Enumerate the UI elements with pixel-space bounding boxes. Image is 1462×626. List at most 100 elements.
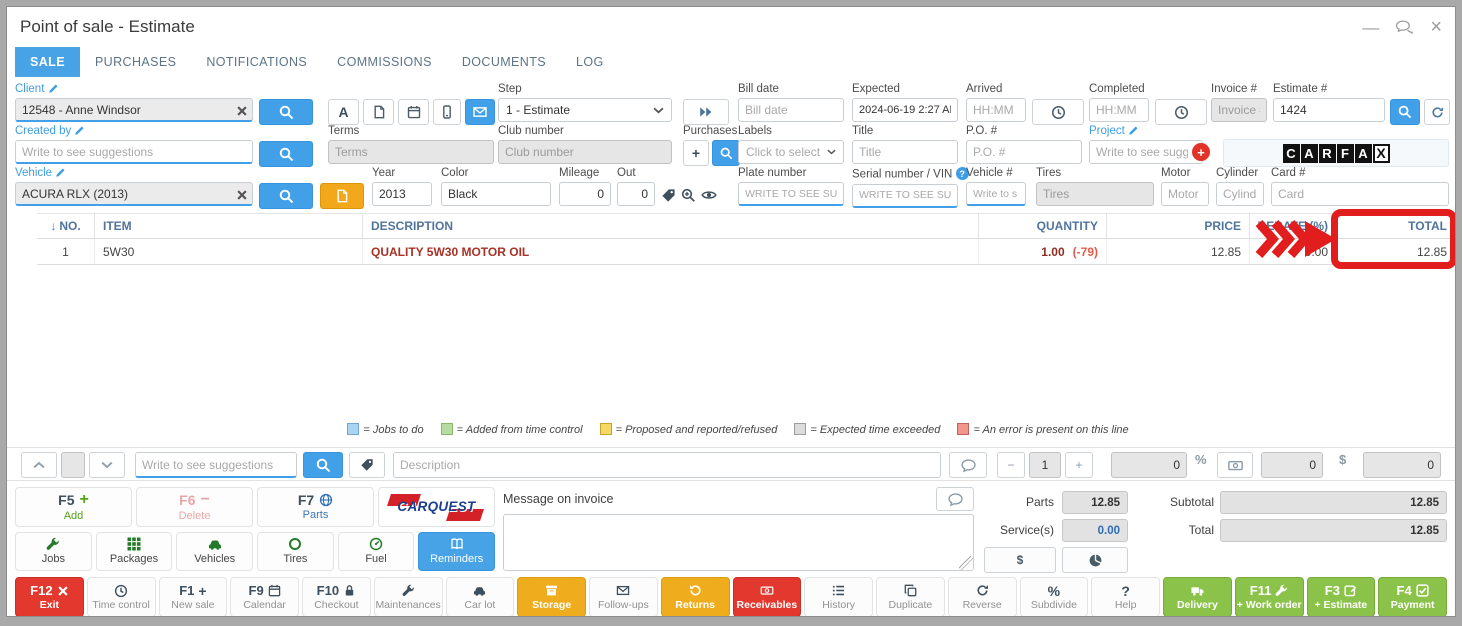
plate-input[interactable] [738, 182, 844, 206]
col-price[interactable]: PRICE [1107, 214, 1250, 238]
chat-icon[interactable] [1395, 20, 1414, 35]
tab-purchases[interactable]: PURCHASES [80, 47, 191, 77]
parts-button[interactable]: F7 Parts [257, 487, 374, 527]
catalog-tab-packages[interactable]: Packages [96, 532, 173, 572]
catalog-tab-reminders[interactable]: Reminders [418, 532, 495, 572]
arrived-input[interactable] [966, 98, 1026, 122]
client-search-button[interactable] [259, 99, 313, 125]
col-description[interactable]: DESCRIPTION [363, 214, 979, 238]
tab-documents[interactable]: DOCUMENTS [447, 47, 561, 77]
labels-select[interactable]: Click to select [738, 140, 844, 164]
carquest-button[interactable]: CARQUEST [378, 487, 495, 527]
motor-input[interactable] [1161, 182, 1209, 206]
minimize-button[interactable]: — [1362, 19, 1379, 36]
year-input[interactable] [372, 182, 432, 206]
comment-button[interactable] [949, 452, 987, 478]
expected-input[interactable] [852, 98, 958, 122]
col-item[interactable]: ITEM [95, 214, 363, 238]
client-input[interactable] [15, 98, 253, 122]
work-order-button[interactable]: F11+ Work order [1235, 577, 1304, 617]
vehicle-note-button[interactable] [320, 183, 364, 209]
phone-button[interactable] [433, 99, 461, 125]
color-input[interactable] [441, 182, 551, 206]
pie-chart-button[interactable] [1062, 547, 1128, 573]
directory-button[interactable]: A [328, 99, 359, 125]
title-input[interactable] [852, 140, 958, 164]
subdivide-button[interactable]: %Subdivide [1020, 577, 1089, 617]
car-lot-button[interactable]: Car lot [446, 577, 515, 617]
estimate-search-button[interactable] [1390, 99, 1420, 125]
message-textarea[interactable] [503, 514, 974, 571]
po-input[interactable] [966, 140, 1082, 164]
money-button[interactable] [1217, 452, 1253, 478]
move-up-button[interactable] [21, 452, 57, 478]
vin-input[interactable] [852, 184, 958, 208]
edit-icon[interactable] [74, 125, 85, 136]
created-by-input[interactable] [15, 140, 253, 164]
catalog-tab-fuel[interactable]: Fuel [338, 532, 415, 572]
payment-button[interactable]: F4Payment [1378, 577, 1447, 617]
catalog-tab-tires[interactable]: Tires [257, 532, 334, 572]
tab-log[interactable]: LOG [561, 47, 619, 77]
clear-client-icon[interactable] [236, 103, 248, 117]
edit-icon[interactable] [55, 167, 66, 178]
col-no[interactable]: ↓NO. [37, 214, 95, 238]
history-button[interactable]: History [804, 577, 873, 617]
catalog-tab-jobs[interactable]: Jobs [15, 532, 92, 572]
col-quantity[interactable]: QUANTITY [979, 214, 1107, 238]
clear-vehicle-icon[interactable] [236, 187, 248, 201]
col-rebate[interactable]: REBATE (%) [1250, 214, 1337, 238]
help-button[interactable]: ?Help [1091, 577, 1160, 617]
message-comment-button[interactable] [936, 487, 974, 511]
calendar-button[interactable] [398, 99, 429, 125]
completed-input[interactable] [1089, 98, 1149, 122]
rebate-percent-input[interactable] [1111, 452, 1187, 478]
tag-icon[interactable] [661, 188, 676, 203]
vehicle-input[interactable] [15, 182, 253, 206]
project-add-icon[interactable]: + [1192, 143, 1210, 161]
duplicate-button[interactable]: Duplicate [876, 577, 945, 617]
new-estimate-button[interactable]: F3+ Estimate [1307, 577, 1376, 617]
zoom-plus-icon[interactable] [681, 188, 696, 203]
catalog-tab-vehicles[interactable]: Vehicles [176, 532, 253, 572]
item-search-input[interactable] [135, 452, 297, 478]
tag-button[interactable] [349, 452, 385, 478]
step-select[interactable]: 1 - Estimate [498, 98, 672, 122]
table-row[interactable]: 1 5W30 QUALITY 5W30 MOTOR OIL 1.00(-79) … [37, 239, 1455, 265]
reverse-button[interactable]: Reverse [948, 577, 1017, 617]
refresh-button[interactable] [1424, 99, 1450, 125]
calendar-button[interactable]: F9Calendar [230, 577, 299, 617]
project-input[interactable] [1089, 140, 1203, 164]
purchases-add-button[interactable]: + [683, 140, 709, 166]
vehicle-no-input[interactable] [966, 182, 1026, 206]
delivery-button[interactable]: Delivery [1163, 577, 1232, 617]
edit-icon[interactable] [48, 83, 59, 94]
note-button[interactable] [363, 99, 394, 125]
purchases-search-button[interactable] [712, 140, 740, 166]
qty-minus-button[interactable]: − [997, 452, 1025, 478]
fast-forward-button[interactable] [683, 99, 729, 125]
amount-input[interactable] [1363, 452, 1441, 478]
carfax-panel[interactable]: CARFAX [1223, 139, 1449, 167]
arrived-clock-button[interactable] [1032, 99, 1084, 125]
item-search-button[interactable] [303, 452, 343, 478]
completed-clock-button[interactable] [1155, 99, 1207, 125]
returns-button[interactable]: Returns [661, 577, 730, 617]
maintenances-button[interactable]: Maintenances [374, 577, 443, 617]
cylinder-input[interactable] [1216, 182, 1264, 206]
eye-icon[interactable] [701, 187, 717, 203]
email-button[interactable] [465, 99, 495, 125]
add-line-button[interactable]: F5+ Add [15, 487, 132, 527]
bill-date-input[interactable] [738, 98, 844, 122]
qty-input[interactable] [1029, 452, 1061, 478]
new-sale-button[interactable]: F1+New sale [159, 577, 228, 617]
card-input[interactable] [1271, 182, 1449, 206]
storage-button[interactable]: Storage [517, 577, 586, 617]
out-input[interactable] [617, 182, 655, 206]
col-total[interactable]: TOTAL [1337, 214, 1455, 238]
edit-icon[interactable] [1128, 125, 1139, 136]
vehicle-search-button[interactable] [259, 183, 313, 209]
move-down-button[interactable] [89, 452, 125, 478]
receivables-button[interactable]: Receivables [733, 577, 802, 617]
tab-notifications[interactable]: NOTIFICATIONS [191, 47, 322, 77]
